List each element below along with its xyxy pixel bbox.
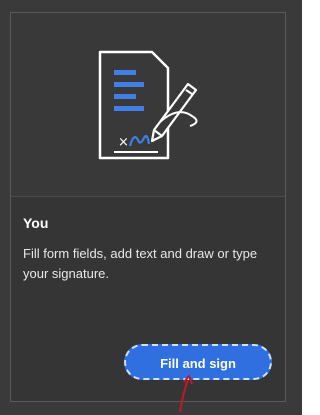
card-description: Fill form fields, add text and draw or t… xyxy=(23,246,258,281)
document-signature-icon: × xyxy=(98,50,198,160)
fill-and-sign-card[interactable]: × You Fill form fields, add text and dra… xyxy=(10,12,286,402)
svg-text:×: × xyxy=(118,135,129,150)
card-illustration: × xyxy=(11,13,285,197)
annotation-arrow-icon xyxy=(179,375,193,412)
card-title: You xyxy=(23,215,49,231)
fill-and-sign-button[interactable]: Fill and sign xyxy=(124,344,272,380)
tool-panel: × You Fill form fields, add text and dra… xyxy=(0,0,304,415)
